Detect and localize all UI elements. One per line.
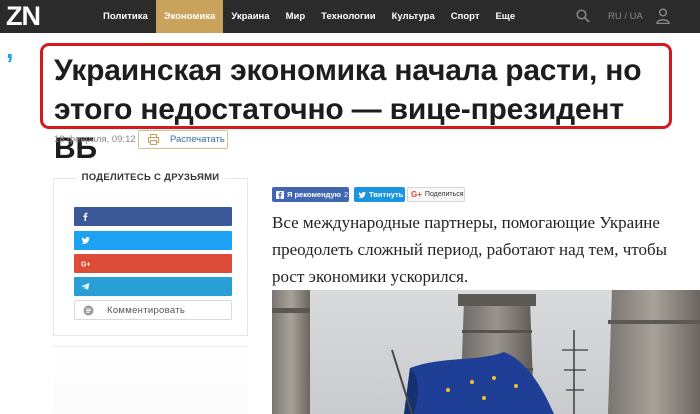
sidebar-ad-slot bbox=[53, 346, 248, 414]
share-telegram-button[interactable] bbox=[74, 277, 232, 296]
facebook-icon bbox=[83, 212, 88, 221]
facebook-recommend-button[interactable]: Я рекомендую 2 bbox=[272, 187, 349, 202]
print-button[interactable]: Распечатать bbox=[138, 130, 228, 149]
article-photo-image bbox=[272, 290, 700, 414]
share-facebook-button[interactable] bbox=[74, 207, 232, 226]
twitter-icon bbox=[358, 191, 366, 198]
main-nav: Политика Экономика Украина Мир Технологи… bbox=[95, 0, 523, 33]
facebook-recommend-count: 2 bbox=[344, 190, 349, 199]
twitter-tweet-button[interactable]: Твитнуть bbox=[354, 187, 405, 202]
share-google-plus-button[interactable]: G+ bbox=[74, 254, 232, 273]
print-label: Распечатать bbox=[170, 134, 225, 145]
twitter-icon bbox=[81, 237, 90, 244]
svg-text:G+: G+ bbox=[81, 262, 90, 269]
nav-item-politics[interactable]: Политика bbox=[95, 0, 156, 33]
logo-main: ZN bbox=[6, 1, 41, 31]
site-logo[interactable]: ZN, UA bbox=[0, 0, 86, 97]
top-navigation-bar: ZN, UA Политика Экономика Украина Мир Тех… bbox=[0, 0, 700, 97]
facebook-recommend-label: Я рекомендую bbox=[287, 190, 342, 199]
nav-item-culture[interactable]: Культура bbox=[384, 0, 443, 33]
article-date: 18 февраля, 09:12 bbox=[54, 134, 136, 145]
twitter-tweet-label: Твитнуть bbox=[369, 190, 404, 199]
article-photo bbox=[272, 290, 700, 414]
nav-item-sport[interactable]: Спорт bbox=[443, 0, 488, 33]
printer-icon bbox=[148, 134, 159, 145]
article-lead: Все международные партнеры, помогающие У… bbox=[272, 213, 668, 286]
nav-item-ukraine[interactable]: Украина bbox=[223, 0, 277, 33]
article-title: Украинская экономика начала расти, но эт… bbox=[54, 54, 642, 165]
google-plus-icon: G+ bbox=[81, 262, 90, 269]
comment-label: Комментировать bbox=[107, 304, 186, 316]
nav-item-more[interactable]: Еще bbox=[487, 0, 523, 33]
user-icon[interactable] bbox=[656, 8, 670, 24]
google-plus-share-label: Поделиться bbox=[424, 191, 464, 198]
comment-button[interactable]: Комментировать bbox=[74, 300, 232, 320]
facebook-icon bbox=[276, 190, 284, 199]
google-plus-share-button[interactable]: G+ Поделиться bbox=[407, 187, 465, 202]
share-twitter-button[interactable] bbox=[74, 231, 232, 250]
share-title-text: ПОДЕЛИТЕСЬ С ДРУЗЬЯМИ bbox=[75, 172, 226, 183]
nav-item-technology[interactable]: Технологии bbox=[313, 0, 383, 33]
google-plus-icon: G+ bbox=[411, 190, 422, 199]
language-switch[interactable]: RU / UA bbox=[608, 0, 643, 33]
comment-icon bbox=[83, 305, 94, 315]
nav-item-world[interactable]: Мир bbox=[278, 0, 314, 33]
share-title: ПОДЕЛИТЕСЬ С ДРУЗЬЯМИ bbox=[53, 172, 248, 189]
nav-item-economy[interactable]: Экономика bbox=[155, 0, 224, 33]
telegram-icon bbox=[81, 283, 90, 290]
search-icon[interactable] bbox=[576, 9, 590, 23]
